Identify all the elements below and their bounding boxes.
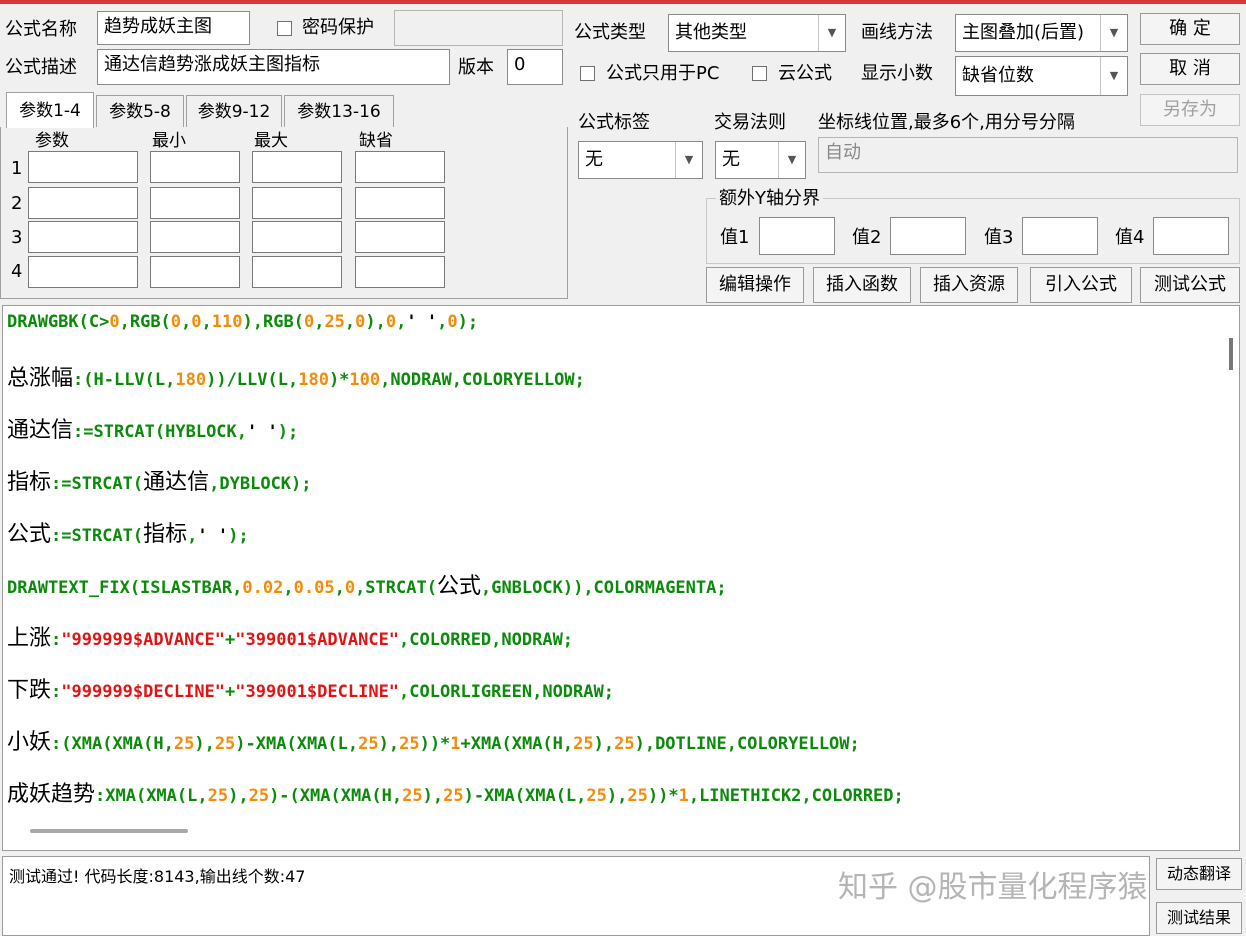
code-editor[interactable]: DRAWGBK(C>0,RGB(0,0,110),RGB(0,25,0),0,'… <box>2 305 1240 851</box>
param-max-input[interactable] <box>252 221 342 253</box>
version-label: 版本 <box>458 57 494 78</box>
password-protect-label: 密码保护 <box>302 17 374 38</box>
chevron-down-icon: ▼ <box>778 142 805 178</box>
decimal-select[interactable]: 缺省位数 ▼ <box>955 56 1128 96</box>
formula-name-input[interactable]: 趋势成妖主图 <box>97 11 250 45</box>
cancel-button[interactable]: 取 消 <box>1140 53 1240 85</box>
tab-params-1-4[interactable]: 参数1-4 <box>6 92 94 128</box>
horizontal-scrollbar[interactable] <box>30 829 188 833</box>
import-formula-button[interactable]: 引入公式 <box>1030 267 1132 303</box>
code-line: 成妖趋势:XMA(XMA(L,25),25)-(XMA(XMA(H,25),25… <box>7 782 904 807</box>
tab-params-13-16[interactable]: 参数13-16 <box>284 95 394 127</box>
password-input[interactable] <box>394 10 563 46</box>
title-bar-accent <box>0 0 1246 4</box>
cloud-formula-label: 云公式 <box>778 63 832 84</box>
tab-params-5-8[interactable]: 参数5-8 <box>96 95 184 127</box>
formula-desc-label: 公式描述 <box>5 57 77 78</box>
trade-rule-select[interactable]: 无 ▼ <box>715 141 806 179</box>
trade-rule-label: 交易法则 <box>714 112 786 133</box>
param-name-input[interactable] <box>28 151 138 183</box>
code-line: 上涨:"999999$ADVANCE"+"399001$ADVANCE",COL… <box>7 626 574 651</box>
formula-type-label: 公式类型 <box>574 22 646 43</box>
value2-input[interactable] <box>890 217 966 255</box>
save-as-button[interactable]: 另存为 <box>1140 94 1240 126</box>
ok-button[interactable]: 确 定 <box>1140 13 1240 45</box>
value3-label: 值3 <box>984 227 1014 248</box>
formula-tag-value: 无 <box>585 149 603 170</box>
value4-input[interactable] <box>1153 217 1229 255</box>
param-default-input[interactable] <box>355 256 445 288</box>
dynamic-translate-button[interactable]: 动态翻译 <box>1156 858 1242 890</box>
param-name-input[interactable] <box>28 256 138 288</box>
value1-label: 值1 <box>720 227 750 248</box>
draw-method-select[interactable]: 主图叠加(后置) ▼ <box>955 14 1128 52</box>
param-row-number: 2 <box>11 193 23 214</box>
chevron-down-icon: ▼ <box>1100 15 1127 51</box>
param-name-input[interactable] <box>28 221 138 253</box>
draw-method-value: 主图叠加(后置) <box>962 22 1085 43</box>
formula-desc-input[interactable]: 通达信趋势涨成妖主图指标 <box>97 49 450 85</box>
formula-tag-label: 公式标签 <box>578 112 650 133</box>
param-row-number: 1 <box>11 158 23 179</box>
code-line: 下跌:"999999$DECLINE"+"399001$DECLINE",COL… <box>7 678 614 703</box>
code-line: 公式:=STRCAT(指标,' '); <box>7 522 249 547</box>
decimal-value: 缺省位数 <box>962 65 1034 86</box>
param-min-input[interactable] <box>150 151 240 183</box>
version-input[interactable]: 0 <box>507 49 563 85</box>
value3-input[interactable] <box>1022 217 1098 255</box>
formula-type-select[interactable]: 其他类型 ▼ <box>668 14 846 52</box>
param-row-number: 3 <box>11 227 23 248</box>
pc-only-checkbox[interactable] <box>580 66 595 81</box>
test-formula-button[interactable]: 测试公式 <box>1140 267 1240 303</box>
param-min-input[interactable] <box>150 187 240 219</box>
chevron-down-icon: ▼ <box>1100 57 1127 95</box>
param-row-number: 4 <box>11 261 23 282</box>
formula-name-label: 公式名称 <box>5 19 77 40</box>
password-protect-checkbox[interactable] <box>277 21 292 36</box>
param-name-input[interactable] <box>28 187 138 219</box>
pc-only-label: 公式只用于PC <box>606 63 720 84</box>
tab-params-9-12[interactable]: 参数9-12 <box>186 95 282 127</box>
value4-label: 值4 <box>1115 227 1145 248</box>
code-line: DRAWGBK(C>0,RGB(0,0,110),RGB(0,25,0),0,'… <box>7 312 479 332</box>
chevron-down-icon: ▼ <box>818 15 845 51</box>
value2-label: 值2 <box>852 227 882 248</box>
test-output-message: 测试通过! 代码长度:8143,输出线个数:47 <box>9 867 306 886</box>
cloud-formula-checkbox[interactable] <box>752 66 767 81</box>
param-default-input[interactable] <box>355 187 445 219</box>
coord-line-label: 坐标线位置,最多6个,用分号分隔 <box>818 112 1075 133</box>
param-min-input[interactable] <box>150 256 240 288</box>
coord-line-input[interactable]: 自动 <box>818 137 1238 173</box>
code-line: DRAWTEXT_FIX(ISLASTBAR,0.02,0.05,0,STRCA… <box>7 574 727 599</box>
code-line: 通达信:=STRCAT(HYBLOCK,' '); <box>7 418 299 443</box>
param-default-input[interactable] <box>355 151 445 183</box>
edit-operation-button[interactable]: 编辑操作 <box>706 267 804 303</box>
chevron-down-icon: ▼ <box>675 142 702 178</box>
code-line: 指标:=STRCAT(通达信,DYBLOCK); <box>7 470 312 495</box>
draw-method-label: 画线方法 <box>861 22 933 43</box>
code-line: 总涨幅:(H-LLV(L,180))/LLV(L,180)*100,NODRAW… <box>7 366 585 391</box>
param-default-input[interactable] <box>355 221 445 253</box>
test-result-button[interactable]: 测试结果 <box>1156 902 1242 934</box>
param-max-input[interactable] <box>252 187 342 219</box>
formula-tag-select[interactable]: 无 ▼ <box>578 141 703 179</box>
code-line: 小妖:(XMA(XMA(H,25),25)-XMA(XMA(L,25),25))… <box>7 730 860 755</box>
decimal-label: 显示小数 <box>861 63 933 84</box>
insert-resource-button[interactable]: 插入资源 <box>920 267 1018 303</box>
param-min-input[interactable] <box>150 221 240 253</box>
param-max-input[interactable] <box>252 151 342 183</box>
vertical-scrollbar[interactable] <box>1229 338 1233 370</box>
value1-input[interactable] <box>759 217 835 255</box>
formula-type-value: 其他类型 <box>675 22 747 43</box>
watermark: 知乎 @股市量化程序猿 <box>838 870 1148 905</box>
y-axis-group-title: 额外Y轴分界 <box>716 186 823 212</box>
trade-rule-value: 无 <box>722 149 740 170</box>
param-max-input[interactable] <box>252 256 342 288</box>
insert-function-button[interactable]: 插入函数 <box>813 267 911 303</box>
